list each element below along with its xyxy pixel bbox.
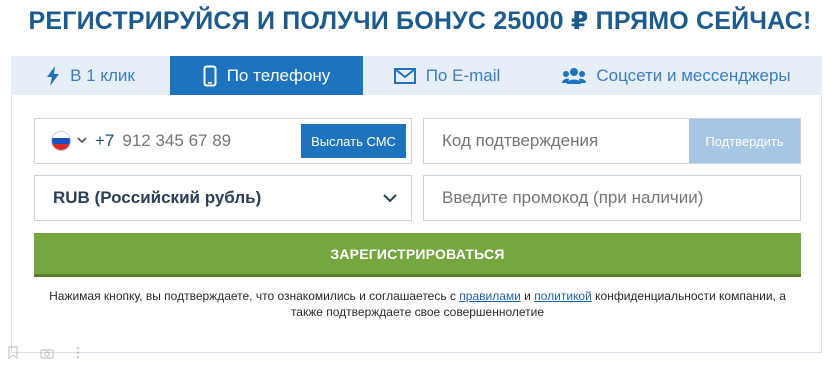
confirmation-code-input[interactable]	[442, 131, 682, 151]
rules-link[interactable]: правилами	[459, 289, 521, 303]
disclaimer-text: и	[520, 289, 535, 303]
phone-prefix: +7	[95, 131, 115, 150]
users-icon	[562, 67, 587, 85]
russia-flag-icon[interactable]	[51, 131, 71, 151]
envelope-icon	[393, 67, 416, 84]
phone-icon	[203, 65, 217, 87]
promo-code-input[interactable]	[442, 188, 772, 208]
lightning-icon	[46, 65, 60, 86]
currency-selected-value: RUB (Российский рубль)	[53, 188, 262, 207]
promo-code-field	[423, 175, 801, 221]
tab-one-click[interactable]: В 1 клик	[11, 56, 170, 95]
send-sms-button[interactable]: Выслать СМС	[301, 124, 406, 158]
tab-social[interactable]: Соцсети и мессенджеры	[531, 56, 822, 95]
tab-social-label: Соцсети и мессенджеры	[596, 65, 791, 85]
registration-tabs: В 1 клик По телефону По E-mail Соцсети и…	[11, 56, 822, 95]
chevron-down-icon	[383, 190, 397, 208]
chevron-down-icon[interactable]	[77, 135, 87, 147]
more-icon	[76, 346, 80, 362]
phone-input[interactable]	[122, 131, 253, 151]
privacy-policy-link[interactable]: политикой	[534, 289, 592, 303]
tab-by-email-label: По E-mail	[425, 65, 501, 85]
faded-toolbar	[8, 346, 80, 362]
tab-by-phone-label: По телефону	[226, 65, 331, 85]
phone-field: +7 Выслать СМС	[34, 118, 412, 164]
tab-by-email[interactable]: По E-mail	[363, 56, 531, 95]
confirm-button[interactable]: Подтвердить	[689, 119, 800, 163]
tab-one-click-label: В 1 клик	[70, 65, 135, 85]
page-headline: РЕГИСТРИРУЙСЯ И ПОЛУЧИ БОНУС 25000 ₽ ПРЯ…	[28, 7, 812, 35]
confirmation-code-field: Подтвердить	[423, 118, 801, 164]
camera-icon	[40, 346, 54, 362]
currency-select[interactable]: RUB (Российский рубль)	[34, 175, 412, 221]
tab-by-phone[interactable]: По телефону	[170, 56, 363, 95]
terms-disclaimer: Нажимая кнопку, вы подтверждаете, что оз…	[34, 288, 801, 320]
register-button[interactable]: ЗАРЕГИСТРИРОВАТЬСЯ	[34, 233, 801, 277]
disclaimer-text: Нажимая кнопку, вы подтверждаете, что оз…	[49, 289, 460, 303]
bookmark-icon	[8, 346, 18, 362]
